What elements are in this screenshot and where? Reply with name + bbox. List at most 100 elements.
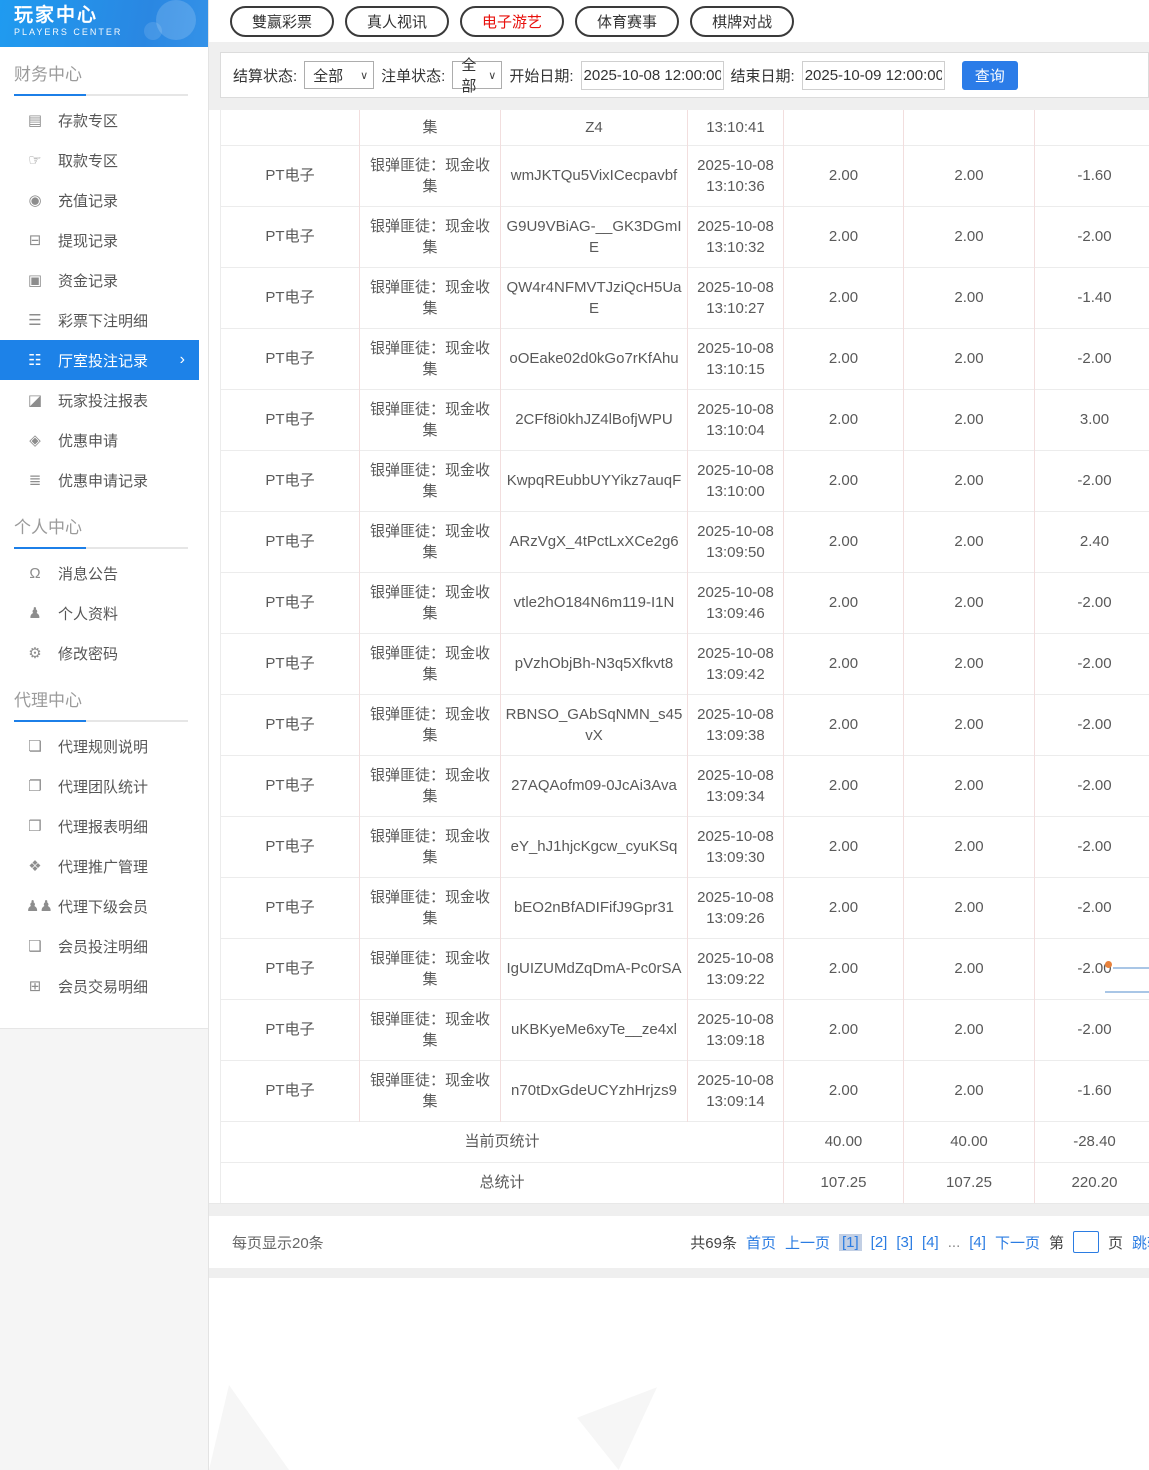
cell-order-id: KwpqREubbUYYikz7auqF xyxy=(501,450,688,511)
sidebar-item[interactable]: ❖ 代理推广管理 xyxy=(0,846,208,886)
agent-members-icon: ♟♟ xyxy=(26,897,44,915)
cell-bet-amount: 2.00 xyxy=(784,1060,904,1121)
cell-game-type: PT电子 xyxy=(221,877,360,938)
sidebar-item[interactable]: ☞ 取款专区 xyxy=(0,140,208,180)
prev-page-link[interactable]: 上一页 xyxy=(785,1232,830,1253)
order-status-label: 注单状态: xyxy=(381,65,445,86)
page-number-link[interactable]: [3] xyxy=(896,1234,913,1251)
cell-order-id: pVzhObjBh-N3q5Xfkvt8 xyxy=(501,633,688,694)
table-row: PT电子 银弹匪徒：现金收集 pVzhObjBh-N3q5Xfkvt8 2025… xyxy=(221,633,1149,694)
sidebar-section-title: 财务中心 xyxy=(0,47,208,94)
floating-widget[interactable] xyxy=(1093,950,1149,1000)
cell-game-type: PT电子 xyxy=(221,633,360,694)
sidebar-item[interactable]: ❐ 代理团队统计 xyxy=(0,766,208,806)
cell-time: 2025-10-08 13:09:30 xyxy=(688,816,784,877)
cell-order-id: uKBKyeMe6xyTe__ze4xl xyxy=(501,999,688,1060)
table-row: PT电子 银弹匪徒：现金收集 27AQAofm09-0JcAi3Ava 2025… xyxy=(221,755,1149,816)
cell-valid-bet: 2.00 xyxy=(904,572,1035,633)
cell-valid-bet xyxy=(904,110,1035,145)
sidebar-item[interactable]: ❑ 会员投注明细 xyxy=(0,926,208,966)
page-jump-input[interactable] xyxy=(1073,1231,1099,1253)
settle-status-label: 结算状态: xyxy=(233,65,297,86)
cell-game-name: 银弹匪徒：现金收集 xyxy=(360,1060,501,1121)
page-number-link[interactable]: [4] xyxy=(922,1234,939,1251)
cell-game-name: 银弹匪徒：现金收集 xyxy=(360,633,501,694)
cell-game-type xyxy=(221,110,360,145)
game-tab-2[interactable]: 真人视讯 xyxy=(345,6,449,37)
sidebar-item-label: 优惠申请记录 xyxy=(58,470,148,491)
game-tab-3[interactable]: 电子游艺 xyxy=(460,6,564,37)
table-row: PT电子 银弹匪徒：现金收集 n70tDxGdeUCYzhHrjzs9 2025… xyxy=(221,1060,1149,1121)
cell-game-name: 银弹匪徒：现金收集 xyxy=(360,694,501,755)
sidebar-item[interactable]: ◪ 玩家投注报表 xyxy=(0,380,208,420)
sidebar-item[interactable]: ⚙ 修改密码 xyxy=(0,633,208,673)
cell-game-type: PT电子 xyxy=(221,694,360,755)
page-number-link[interactable]: [1] xyxy=(839,1234,862,1251)
sidebar-item-label: 充值记录 xyxy=(58,190,118,211)
sidebar-item[interactable]: ⊟ 提现记录 xyxy=(0,220,208,260)
sidebar-item[interactable]: ❒ 代理报表明细 xyxy=(0,806,208,846)
next-page-link[interactable]: 下一页 xyxy=(995,1232,1040,1253)
sidebar-item-label: 取款专区 xyxy=(58,150,118,171)
sidebar-item[interactable]: ▤ 存款专区 xyxy=(0,100,208,140)
jump-button[interactable]: 跳转 xyxy=(1132,1232,1149,1253)
search-button[interactable]: 查询 xyxy=(962,61,1018,90)
order-status-value: 全部 xyxy=(461,54,483,96)
cell-valid-bet: 2.00 xyxy=(904,999,1035,1060)
user-icon: ♟ xyxy=(26,604,44,622)
sidebar-item[interactable]: ♟ 个人资料 xyxy=(0,593,208,633)
page-number-link[interactable]: [4] xyxy=(969,1234,986,1251)
cell-bet-amount: 2.00 xyxy=(784,816,904,877)
cell-order-id: vtle2hO184N6m119-I1N xyxy=(501,572,688,633)
page-footer-background xyxy=(209,1278,1149,1470)
sidebar-item[interactable]: ☰ 彩票下注明细 xyxy=(0,300,208,340)
promo-record-icon: ≣ xyxy=(26,471,44,489)
sidebar-item[interactable]: ▣ 资金记录 xyxy=(0,260,208,300)
table-row: PT电子 银弹匪徒：现金收集 G9U9VBiAG-__GK3DGmIE 2025… xyxy=(221,206,1149,267)
sidebar-item[interactable]: ≣ 优惠申请记录 xyxy=(0,460,208,500)
cell-game-type: PT电子 xyxy=(221,1060,360,1121)
cell-time: 2025-10-08 13:09:18 xyxy=(688,999,784,1060)
total-count: 共69条 xyxy=(690,1232,737,1253)
table-row: PT电子 银弹匪徒：现金收集 RBNSO_GAbSqNMN_s45vX 2025… xyxy=(221,694,1149,755)
page-number-link[interactable]: [2] xyxy=(871,1234,888,1251)
cell-valid-bet: 2.00 xyxy=(904,511,1035,572)
cell-order-id: IgUIZUMdZqDmA-Pc0rSA xyxy=(501,938,688,999)
sidebar-item[interactable]: ♟♟ 代理下级会员 xyxy=(0,886,208,926)
cell-game-type: PT电子 xyxy=(221,816,360,877)
table-row: PT电子 银弹匪徒：现金收集 eY_hJ1hjcKgcw_cyuKSq 2025… xyxy=(221,816,1149,877)
cell-bet-amount: 2.00 xyxy=(784,633,904,694)
first-page-link[interactable]: 首页 xyxy=(746,1232,776,1253)
cell-game-type: PT电子 xyxy=(221,206,360,267)
agent-report-icon: ❒ xyxy=(26,817,44,835)
cell-game-name: 银弹匪徒：现金收集 xyxy=(360,572,501,633)
table-row-partial: 集 Z4 13:10:41 xyxy=(221,110,1149,145)
sidebar-item[interactable]: ⊞ 会员交易明细 xyxy=(0,966,208,1006)
sidebar-item[interactable]: ☷ 厅室投注记录 › xyxy=(0,340,199,380)
table-row: PT电子 银弹匪徒：现金收集 wmJKTQu5VixICecpavbf 2025… xyxy=(221,145,1149,206)
cell-valid-bet: 2.00 xyxy=(904,450,1035,511)
sidebar-item[interactable]: Ω 消息公告 xyxy=(0,553,208,593)
cell-order-id: Z4 xyxy=(501,110,688,145)
sidebar-item-label: 厅室投注记录 xyxy=(58,350,148,371)
game-tab-1[interactable]: 雙赢彩票 xyxy=(230,6,334,37)
game-tabbar: 雙赢彩票 真人视讯 电子游艺 体育赛事 棋牌对战 xyxy=(209,0,1149,42)
cell-game-name: 银弹匪徒：现金收集 xyxy=(360,755,501,816)
sidebar-section: 财务中心 ▤ 存款专区 ☞ 取款专区 ◉ 充值记录 ⊟ 提现记录 ▣ 资金记录 … xyxy=(0,47,208,500)
cell-profit: -2.00 xyxy=(1035,633,1149,694)
table-body: 集 Z4 13:10:41 PT电子 银弹匪徒：现金收集 wmJKTQu5Vix… xyxy=(221,110,1149,1203)
per-page-label: 每页显示20条 xyxy=(232,1232,324,1253)
order-status-select[interactable]: 全部 ∨ xyxy=(452,61,502,89)
game-tab-4[interactable]: 体育赛事 xyxy=(575,6,679,37)
start-date-input[interactable] xyxy=(581,61,724,90)
sidebar-item[interactable]: ❏ 代理规则说明 xyxy=(0,726,208,766)
game-tab-label: 棋牌对战 xyxy=(712,11,772,32)
agent-share-icon: ❖ xyxy=(26,857,44,875)
sidebar-item[interactable]: ◈ 优惠申请 xyxy=(0,420,208,460)
end-date-input[interactable] xyxy=(802,61,945,90)
game-tab-5[interactable]: 棋牌对战 xyxy=(690,6,794,37)
sidebar-item[interactable]: ◉ 充值记录 xyxy=(0,180,208,220)
cell-bet-amount: 2.00 xyxy=(784,694,904,755)
settle-status-select[interactable]: 全部 ∨ xyxy=(304,61,374,89)
deposit-card-icon: ▤ xyxy=(26,111,44,129)
